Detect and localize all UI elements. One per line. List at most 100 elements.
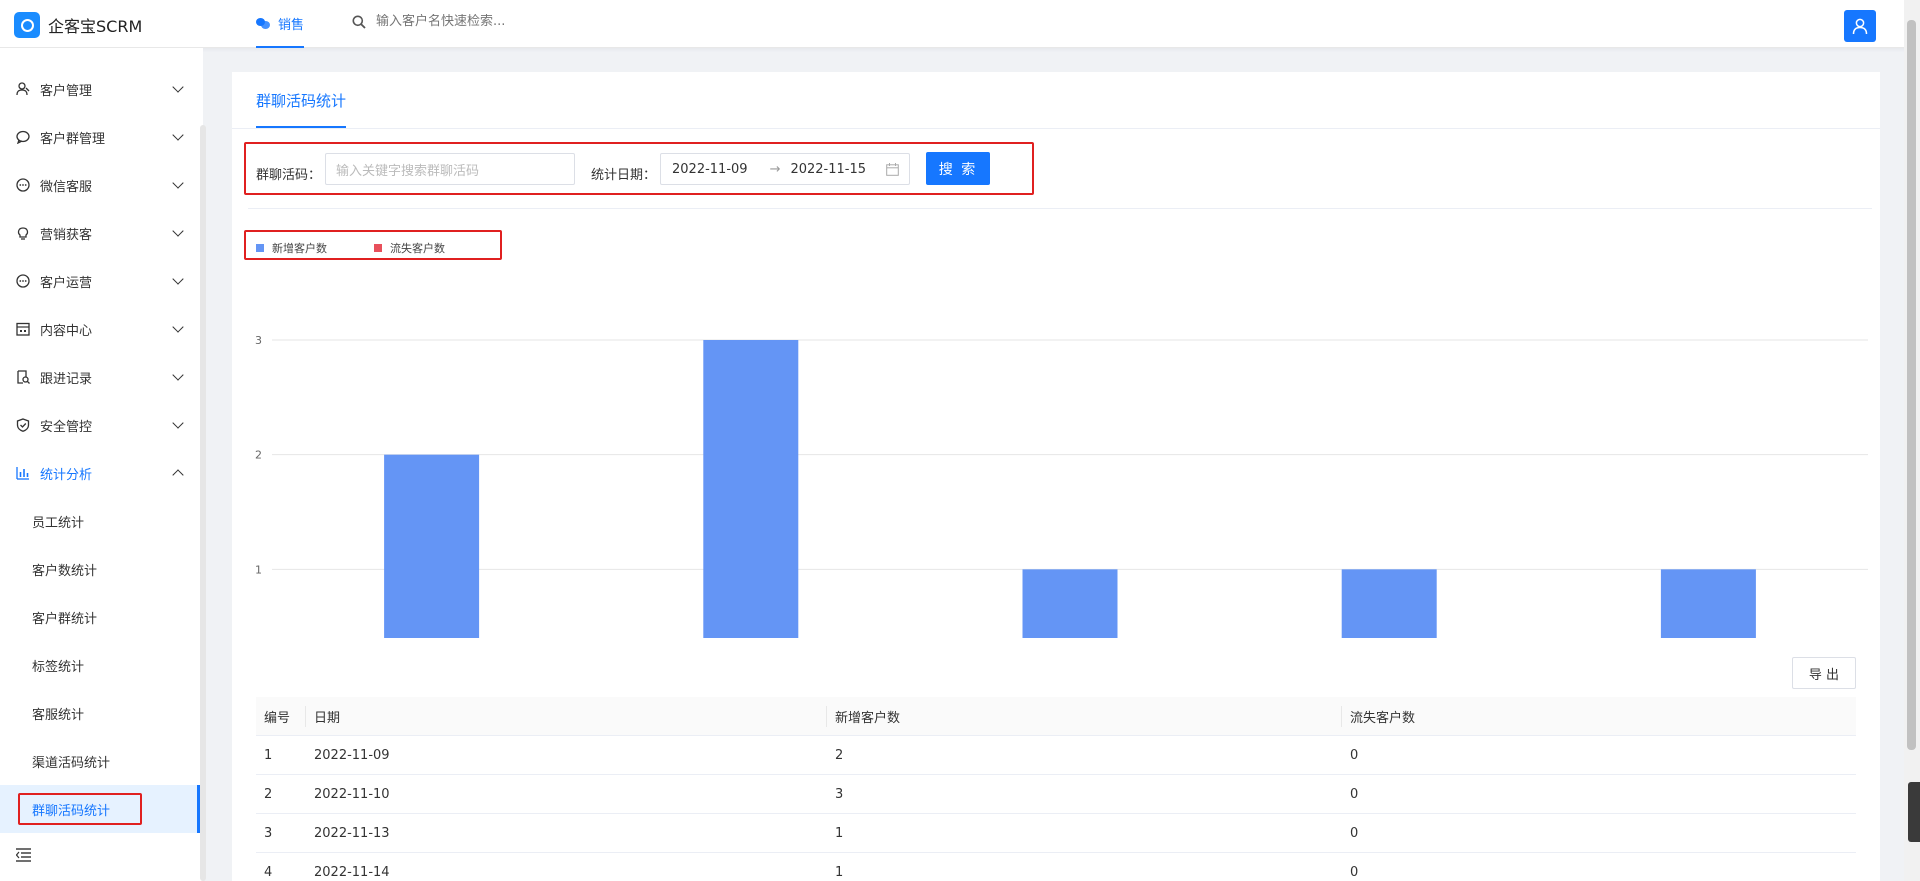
shield-icon bbox=[16, 418, 30, 432]
menu-item-label: 客户群管理 bbox=[40, 131, 106, 147]
table-cell: 1 bbox=[264, 748, 273, 763]
menu-item-7[interactable]: 跟进记录 bbox=[0, 353, 200, 401]
menu-item-9[interactable]: 统计分析 bbox=[0, 449, 200, 497]
bar-new-customers bbox=[703, 340, 799, 638]
stat-date-label: 统计日期： bbox=[591, 168, 657, 183]
column-divider[interactable] bbox=[1341, 706, 1342, 727]
divider bbox=[248, 208, 1872, 209]
table-cell: 1 bbox=[835, 826, 844, 841]
menu-item-3[interactable]: 微信客服 bbox=[0, 161, 200, 209]
divider bbox=[232, 128, 1880, 129]
tab-sales-label: 销售 bbox=[278, 17, 305, 33]
y-tick-label: 3 bbox=[255, 334, 262, 347]
app-logo[interactable]: 企客宝SCRM bbox=[14, 12, 142, 38]
menu-item-1[interactable]: 客户管理 bbox=[0, 65, 200, 113]
table-header-row: 编号 日期 新增客户数 流失客户数 bbox=[256, 697, 1856, 736]
bar-new-customers bbox=[384, 454, 480, 638]
menu-item-label: 统计分析 bbox=[40, 467, 93, 483]
column-divider[interactable] bbox=[305, 706, 306, 727]
y-tick-label: 1 bbox=[255, 563, 262, 576]
side-widget[interactable] bbox=[1908, 782, 1920, 842]
table-header-cell: 编号 bbox=[264, 711, 291, 726]
page-scrollbar-thumb[interactable] bbox=[1907, 20, 1916, 750]
chat-icon bbox=[16, 130, 30, 144]
table-cell: 3 bbox=[835, 787, 844, 802]
menu-item-2[interactable]: 客户群管理 bbox=[0, 113, 200, 161]
legend-label-new: 新增客户数 bbox=[272, 242, 327, 255]
submenu-item-4[interactable]: 标签统计 bbox=[0, 641, 200, 689]
menu-item-5[interactable]: 客户运营 bbox=[0, 257, 200, 305]
main-card: 群聊活码统计 群聊活码： 输入关键字搜索群聊活码 统计日期： 2022-11-0… bbox=[232, 72, 1880, 881]
table-cell: 2022-11-14 bbox=[314, 865, 390, 880]
table-cell: 0 bbox=[1350, 865, 1359, 880]
submenu-item-7[interactable]: 群聊活码统计 bbox=[0, 785, 200, 833]
quick-search-input[interactable] bbox=[376, 14, 616, 29]
table-cell: 1 bbox=[835, 865, 844, 880]
submenu-item-6[interactable]: 渠道活码统计 bbox=[0, 737, 200, 785]
group-code-placeholder: 输入关键字搜索群聊活码 bbox=[336, 163, 480, 179]
menu-item-4[interactable]: 营销获客 bbox=[0, 209, 200, 257]
search-button[interactable]: 搜 索 bbox=[926, 152, 990, 185]
search-icon bbox=[352, 15, 366, 29]
building-icon bbox=[16, 322, 30, 336]
menu-item-label: 跟进记录 bbox=[40, 371, 93, 387]
menu-item-label: 客户管理 bbox=[40, 83, 93, 99]
chevron-down-icon bbox=[172, 273, 184, 285]
column-divider[interactable] bbox=[826, 706, 827, 727]
date-range-picker[interactable]: 2022-11-09 → 2022-11-15 bbox=[660, 153, 910, 185]
top-bar: 企客宝SCRM 销售 bbox=[0, 0, 1920, 48]
chevron-down-icon bbox=[172, 81, 184, 93]
submenu-item-label: 渠道活码统计 bbox=[32, 755, 111, 771]
submenu-item-2[interactable]: 客户数统计 bbox=[0, 545, 200, 593]
table-row: 2 2022-11-10 3 0 bbox=[256, 775, 1856, 814]
dots-chat-icon bbox=[16, 274, 30, 288]
submenu-item-1[interactable]: 员工统计 bbox=[0, 497, 200, 545]
user-icon bbox=[16, 82, 30, 96]
menu-item-label: 微信客服 bbox=[40, 179, 93, 195]
quick-search[interactable] bbox=[352, 14, 616, 29]
bar-new-customers bbox=[1341, 569, 1437, 638]
table-row: 4 2022-11-14 1 0 bbox=[256, 853, 1856, 881]
table-cell: 3 bbox=[264, 826, 273, 841]
sidebar-scrollbar[interactable] bbox=[200, 125, 206, 881]
chevron-down-icon bbox=[172, 417, 184, 429]
bar-new-customers bbox=[1022, 569, 1118, 638]
table-cell: 4 bbox=[264, 865, 273, 880]
table-cell: 2022-11-10 bbox=[314, 787, 390, 802]
menu-item-6[interactable]: 内容中心 bbox=[0, 305, 200, 353]
menu-item-label: 客户运营 bbox=[40, 275, 93, 291]
table-cell: 2 bbox=[264, 787, 273, 802]
group-code-label: 群聊活码： bbox=[256, 168, 322, 183]
table-header-cell: 新增客户数 bbox=[835, 711, 901, 726]
submenu-item-3[interactable]: 客户群统计 bbox=[0, 593, 200, 641]
bar-new-customers bbox=[1660, 569, 1756, 638]
chevron-down-icon bbox=[172, 225, 184, 237]
chevron-down-icon bbox=[172, 369, 184, 381]
group-code-search-input[interactable]: 输入关键字搜索群聊活码 bbox=[325, 153, 575, 185]
collapse-menu-button[interactable] bbox=[15, 848, 32, 866]
submenu-item-label: 客户群统计 bbox=[32, 611, 98, 627]
menu-item-label: 内容中心 bbox=[40, 323, 93, 339]
export-button[interactable]: 导 出 bbox=[1792, 657, 1856, 689]
chevron-up-icon bbox=[172, 469, 184, 481]
submenu-item-5[interactable]: 客服统计 bbox=[0, 689, 200, 737]
legend-item-lost-customers[interactable]: 流失客户数 bbox=[374, 240, 445, 256]
table-cell: 0 bbox=[1350, 748, 1359, 763]
date-start[interactable]: 2022-11-09 bbox=[672, 162, 748, 177]
table-cell: 0 bbox=[1350, 826, 1359, 841]
date-end[interactable]: 2022-11-15 bbox=[790, 162, 866, 177]
table-header-cell: 流失客户数 bbox=[1350, 711, 1416, 726]
y-tick-label: 2 bbox=[255, 449, 262, 462]
legend-item-new-customers[interactable]: 新增客户数 bbox=[256, 240, 327, 256]
table-cell: 2022-11-09 bbox=[314, 748, 390, 763]
dots-chat-icon bbox=[16, 178, 30, 192]
chevron-down-icon bbox=[172, 321, 184, 333]
page-tab-group-code-stats[interactable]: 群聊活码统计 bbox=[256, 90, 347, 128]
legend-swatch-lost bbox=[374, 244, 382, 252]
tab-sales[interactable]: 销售 bbox=[256, 0, 305, 48]
legend-swatch-new bbox=[256, 244, 264, 252]
menu-item-label: 安全管控 bbox=[40, 419, 93, 435]
menu-item-8[interactable]: 安全管控 bbox=[0, 401, 200, 449]
table-header-cell: 日期 bbox=[314, 711, 341, 726]
user-avatar-button[interactable] bbox=[1844, 10, 1876, 42]
